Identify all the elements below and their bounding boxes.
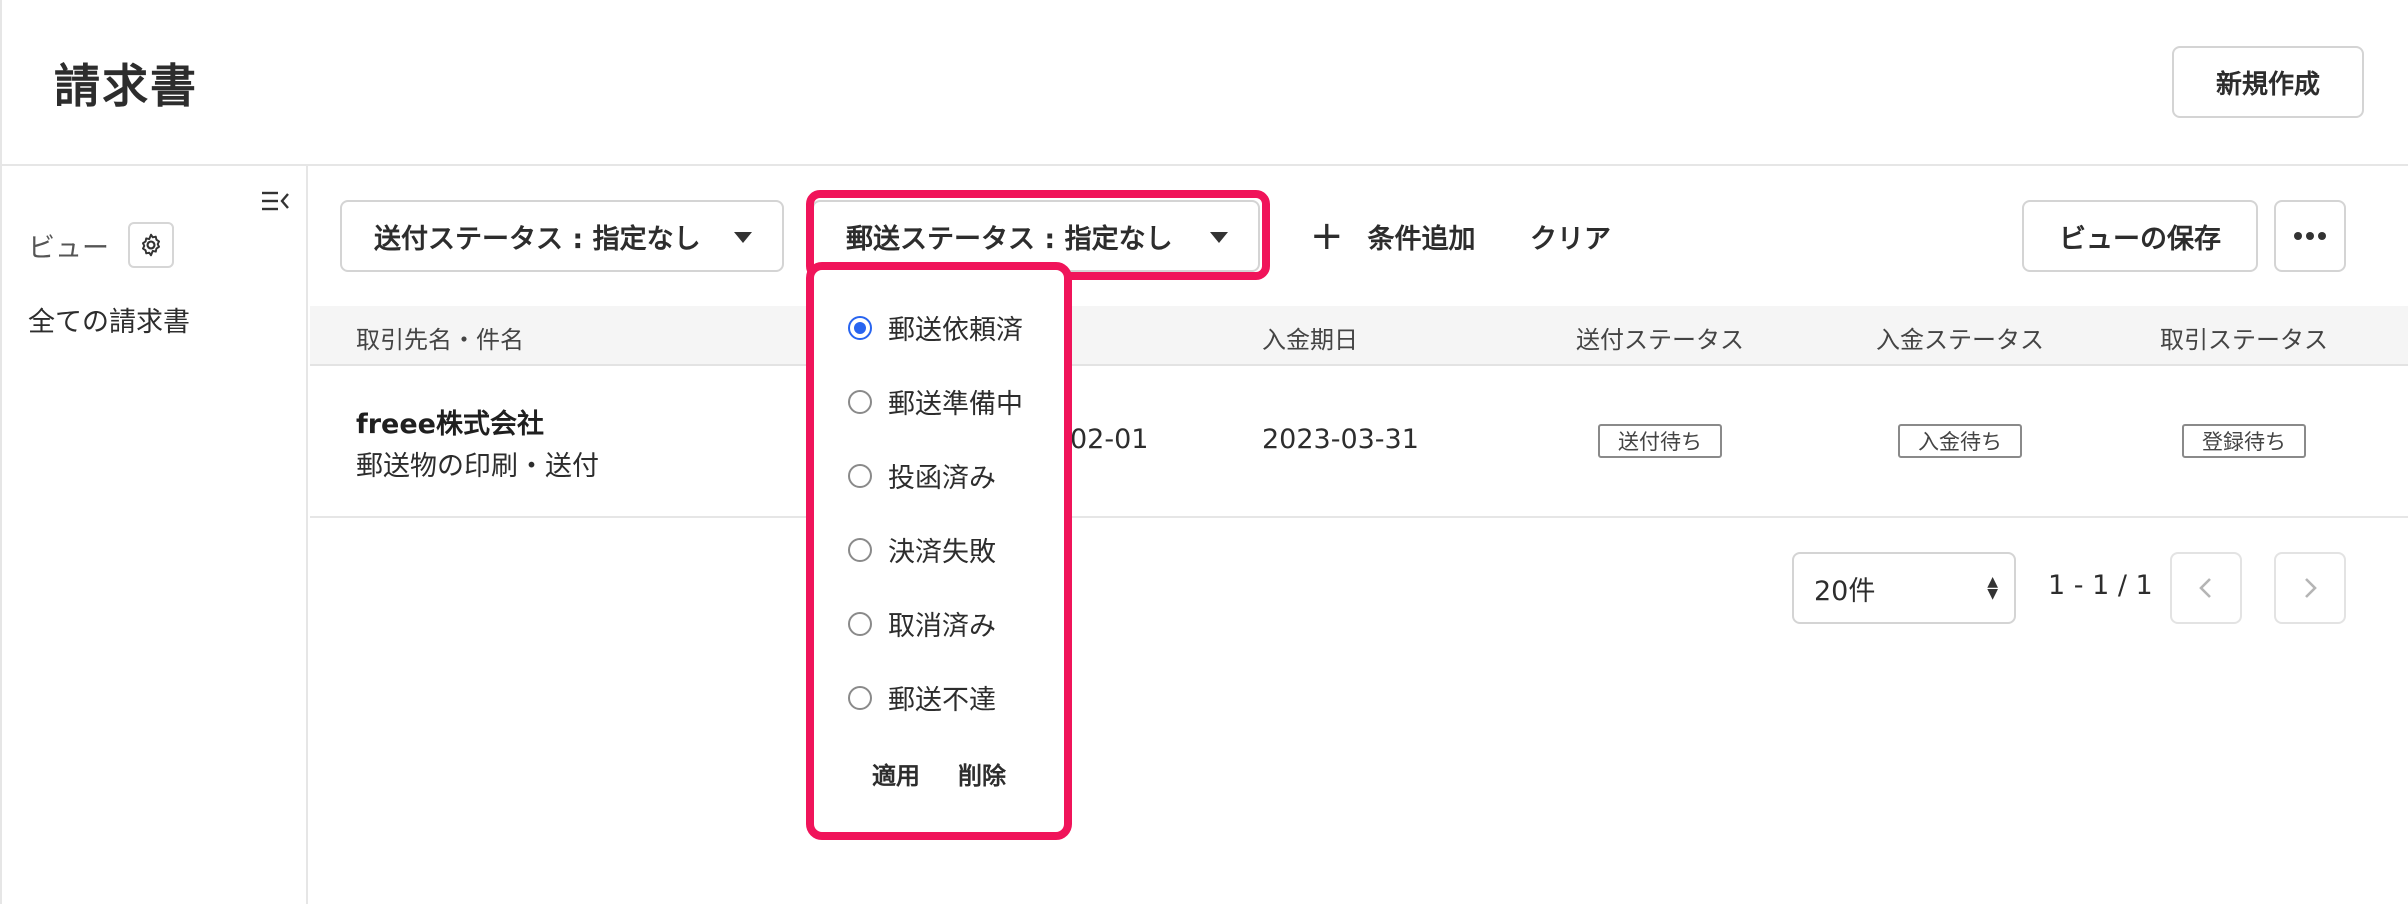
per-page-value: 20件 <box>1814 575 1876 607</box>
caret-down-icon <box>1210 232 1228 243</box>
page-header: 請求書 新規作成 <box>0 0 2408 166</box>
column-header-deal-status[interactable]: 取引ステータス <box>2160 320 2328 355</box>
chevron-left-icon <box>2199 578 2211 598</box>
column-header-send-status[interactable]: 送付ステータス <box>1576 320 1744 355</box>
view-settings-button[interactable] <box>128 222 174 268</box>
table-row[interactable]: freee株式会社 郵送物の印刷・送付 02-01 2023-03-31 送付待… <box>310 366 2408 518</box>
mail-status-dropdown: 郵送依頼済 郵送準備中 投函済み 決済失敗 取消済み 郵送不達 適用 削除 <box>806 262 1072 840</box>
send-status-filter-label: 送付ステータス : 指定なし <box>374 223 701 255</box>
mail-option-label: 郵送不達 <box>888 685 996 716</box>
radio-button[interactable] <box>848 463 872 488</box>
mail-option-preparing[interactable]: 郵送準備中 <box>848 382 1023 421</box>
page-title: 請求書 <box>54 59 198 113</box>
issue-date: 02-01 <box>1070 424 1149 455</box>
more-options-button[interactable] <box>2274 200 2346 272</box>
radio-button[interactable] <box>848 389 872 414</box>
deal-status-badge: 登録待ち <box>2182 424 2306 458</box>
per-page-select[interactable]: 20件 ▲ ▼ <box>1792 552 2016 624</box>
save-view-button[interactable]: ビューの保存 <box>2022 200 2258 272</box>
column-header-due-date[interactable]: 入金期日 <box>1262 320 1358 355</box>
mail-option-cancelled[interactable]: 取消済み <box>848 604 996 643</box>
clear-button[interactable]: クリア <box>1530 212 1611 260</box>
more-dots-icon <box>2292 232 2328 240</box>
table-header: 取引先名・件名 入金期日 送付ステータス 入金ステータス 取引ステータス <box>310 306 2408 366</box>
pagination-range: 1 - 1 / 1 <box>2048 570 2153 601</box>
radio-button[interactable] <box>848 537 872 562</box>
client-name: freee株式会社 <box>356 409 544 440</box>
column-header-payment-status[interactable]: 入金ステータス <box>1876 320 2044 355</box>
dropdown-actions: 適用 削除 <box>814 756 1064 791</box>
apply-button[interactable]: 適用 <box>872 756 920 791</box>
add-condition-button[interactable]: + 条件追加 <box>1310 212 1476 260</box>
send-status-badge: 送付待ち <box>1598 424 1722 458</box>
mail-option-payment-failed[interactable]: 決済失敗 <box>848 530 996 569</box>
payment-status-badge: 入金待ち <box>1898 424 2022 458</box>
radio-button[interactable] <box>848 685 872 710</box>
due-date: 2023-03-31 <box>1262 424 1419 455</box>
mail-option-requested[interactable]: 郵送依頼済 <box>848 308 1023 347</box>
caret-down-icon <box>734 232 752 243</box>
radio-button[interactable] <box>848 611 872 636</box>
mail-option-label: 投函済み <box>888 463 996 494</box>
mail-option-label: 郵送準備中 <box>888 389 1023 420</box>
select-arrows-icon: ▲ ▼ <box>1987 574 1998 602</box>
chevron-right-icon <box>2305 578 2317 598</box>
mail-option-label: 郵送依頼済 <box>888 315 1023 346</box>
prev-page-button[interactable] <box>2170 552 2242 624</box>
radio-button[interactable] <box>848 315 872 340</box>
plus-icon: + <box>1310 213 1344 259</box>
gear-icon <box>142 233 160 257</box>
mail-option-posted[interactable]: 投函済み <box>848 456 996 495</box>
invoice-subject: 郵送物の印刷・送付 <box>356 451 599 482</box>
sidebar-item-all-invoices[interactable]: 全ての請求書 <box>28 300 190 339</box>
new-invoice-button[interactable]: 新規作成 <box>2172 46 2364 118</box>
mail-option-label: 取消済み <box>888 611 996 642</box>
sidebar: ビュー 全ての請求書 <box>0 166 308 904</box>
column-header-client[interactable]: 取引先名・件名 <box>356 320 524 355</box>
send-status-filter[interactable]: 送付ステータス : 指定なし <box>340 200 784 272</box>
next-page-button[interactable] <box>2274 552 2346 624</box>
add-condition-label: 条件追加 <box>1367 223 1476 255</box>
view-label: ビュー <box>28 233 109 264</box>
mail-status-filter-label: 郵送ステータス : 指定なし <box>846 223 1173 255</box>
delete-button[interactable]: 削除 <box>958 756 1006 791</box>
mail-option-label: 決済失敗 <box>888 537 996 568</box>
collapse-sidebar-icon[interactable] <box>260 188 290 214</box>
mail-option-undelivered[interactable]: 郵送不達 <box>848 678 996 717</box>
